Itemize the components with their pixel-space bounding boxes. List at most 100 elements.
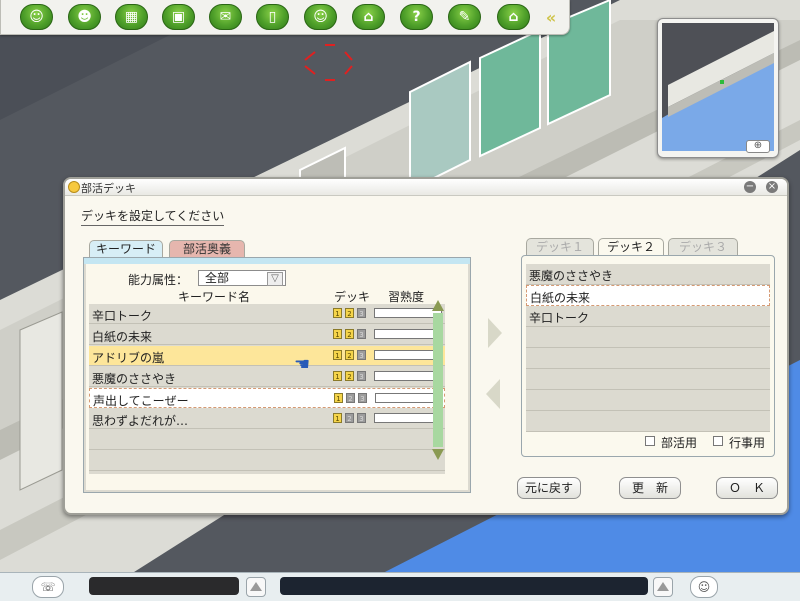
update-button[interactable]: 更 新: [619, 477, 681, 499]
dropdown-icon[interactable]: ▽: [267, 272, 283, 286]
keyword-row[interactable]: 声出してこーぜー 1 2 3: [89, 388, 445, 408]
student-icon-button[interactable]: ☺: [20, 4, 53, 30]
keyword-list: 辛口トーク 1 2 3 白紙の未来 1 2 3 アドリブの嵐 1 2 3 悪魔のささやき 1 2 3 声出してこ…: [89, 304, 445, 474]
attribute-select[interactable]: 全部 ▽: [198, 270, 286, 286]
hand-cursor-icon: ☚: [294, 354, 311, 375]
deck-list: 悪魔のささやき白紙の未来辛口トーク: [526, 264, 770, 432]
ok-button[interactable]: Ｏ Ｋ: [716, 477, 778, 499]
instruction-text: デッキを設定してください: [81, 207, 225, 226]
message-field-left[interactable]: [89, 577, 239, 595]
tab-keyword[interactable]: キーワード: [89, 240, 163, 257]
empty-deck-row: [526, 327, 770, 348]
school-icon-button[interactable]: ⌂: [352, 4, 385, 30]
bottom-bar: ☏ ☺: [0, 572, 800, 601]
proficiency-bar: [374, 350, 442, 360]
keyword-name: 悪魔のささやき: [92, 372, 177, 386]
column-proficiency: 習熟度: [388, 290, 425, 304]
keyword-row[interactable]: アドリブの嵐 1 2 3: [89, 346, 445, 366]
person-icon: ☻: [77, 9, 92, 25]
club-deck-dialog: 部活デッキ − × デッキを設定してください キーワード 部活奥義 能力属性： …: [63, 177, 789, 515]
tab-club-secret[interactable]: 部活奥義: [169, 240, 245, 257]
deck-3-badge: 3: [357, 413, 366, 423]
close-icon[interactable]: ×: [766, 181, 778, 193]
empty-deck-row: [526, 390, 770, 411]
home-icon-button[interactable]: ⌂: [497, 4, 530, 30]
smiley-icon[interactable]: ☺: [690, 576, 718, 598]
tab-deck-2[interactable]: デッキ２: [598, 238, 664, 255]
clapper-icon-button[interactable]: ▦: [115, 4, 148, 30]
keyword-name: 声出してこーぜー: [93, 394, 189, 408]
deck-3-badge: 3: [357, 371, 366, 381]
tab-deck-3[interactable]: デッキ３: [668, 238, 738, 255]
keyword-row[interactable]: 辛口トーク 1 2 3: [89, 304, 445, 324]
deck-item[interactable]: 悪魔のささやき: [526, 264, 770, 285]
pair-icon-button[interactable]: ☺: [304, 4, 337, 30]
minimize-icon[interactable]: −: [744, 181, 756, 193]
proficiency-bar: [374, 371, 442, 381]
deck-2-badge: 2: [345, 329, 354, 339]
keyword-row[interactable]: 思わずよだれが… 1 2 3: [89, 409, 445, 429]
empty-deck-row: [526, 369, 770, 390]
keyword-row[interactable]: 悪魔のささやき 1 2 3: [89, 367, 445, 387]
column-deck: デッキ: [334, 290, 371, 304]
keyword-name: 白紙の未来: [92, 330, 153, 344]
keyword-row[interactable]: 白紙の未来 1 2 3: [89, 325, 445, 345]
tab-deck-1[interactable]: デッキ１: [526, 238, 594, 255]
revert-button[interactable]: 元に戻す: [517, 477, 581, 499]
expand-right-arrow-icon[interactable]: [653, 577, 673, 597]
deck-2-badge: 2: [346, 393, 355, 403]
deck-item[interactable]: 辛口トーク: [526, 306, 770, 327]
title-dot-icon: [68, 181, 80, 193]
empty-keyword-row: [89, 430, 445, 450]
keyword-name: アドリブの嵐: [92, 351, 165, 365]
remove-from-deck-arrow-icon[interactable]: [486, 379, 500, 409]
deck-item[interactable]: 白紙の未来: [526, 285, 770, 306]
club-use-checkbox[interactable]: [645, 436, 655, 446]
deck-2-badge: 2: [345, 371, 354, 381]
deck-item-label: 白紙の未来: [530, 291, 591, 305]
deck-1-badge: 1: [333, 350, 342, 360]
tools-icon-button[interactable]: ✎: [448, 4, 481, 30]
help-icon: ?: [412, 9, 421, 25]
attribute-label: 能力属性：: [128, 273, 189, 287]
club-use-label: 部活用: [661, 436, 698, 450]
deck-2-badge: 2: [345, 413, 354, 423]
scroll-down-arrow-icon[interactable]: [432, 449, 444, 460]
message-field-main[interactable]: [280, 577, 648, 595]
dialog-titlebar: 部活デッキ − ×: [65, 179, 787, 196]
box-icon: ▣: [171, 9, 186, 25]
proficiency-bar: [374, 413, 442, 423]
phone-icon: ▯: [268, 9, 277, 25]
phone-icon-button[interactable]: ▯: [256, 4, 289, 30]
box-icon-button[interactable]: ▣: [162, 4, 195, 30]
zoom-in-icon[interactable]: ⊕: [746, 140, 770, 153]
event-use-label: 行事用: [729, 436, 766, 450]
deck-2-badge: 2: [345, 308, 354, 318]
event-use-checkbox[interactable]: [713, 436, 723, 446]
dialog-title: 部活デッキ: [81, 182, 136, 195]
deck-1-badge: 1: [333, 371, 342, 381]
person-icon-button[interactable]: ☻: [68, 4, 101, 30]
collapse-toolbar-icon[interactable]: «: [541, 8, 561, 28]
chat-icon: ✉: [219, 9, 232, 25]
add-to-deck-arrow-icon[interactable]: [488, 318, 502, 348]
scrollbar-track[interactable]: [433, 313, 443, 447]
deck-1-badge: 1: [333, 308, 342, 318]
help-icon-button[interactable]: ?: [400, 4, 433, 30]
keyword-panel: 能力属性： 全部 ▽ キーワード名 デッキ 習熟度 辛口トーク 1 2 3 白紙の未来 1…: [83, 257, 471, 493]
keyword-name: 辛口トーク: [92, 309, 153, 323]
deck-1-badge: 1: [334, 393, 343, 403]
deck-item-label: 辛口トーク: [529, 311, 590, 325]
student-icon: ☺: [29, 9, 44, 25]
minimap-viewport[interactable]: [662, 23, 774, 151]
deck-1-badge: 1: [333, 413, 342, 423]
deck-2-badge: 2: [345, 350, 354, 360]
main-toolbar: ☺ ☻ ▦ ▣ ✉ ▯ ☺ ⌂? ✎ ⌂ «: [0, 0, 570, 35]
tools-icon: ✎: [458, 9, 471, 25]
scroll-up-arrow-icon[interactable]: [432, 300, 444, 311]
empty-keyword-row: [89, 451, 445, 471]
expand-left-arrow-icon[interactable]: [246, 577, 266, 597]
chat-icon-button[interactable]: ✉: [209, 4, 242, 30]
school-icon: ⌂: [363, 9, 374, 25]
chat-bubble-icon[interactable]: ☏: [32, 576, 64, 598]
